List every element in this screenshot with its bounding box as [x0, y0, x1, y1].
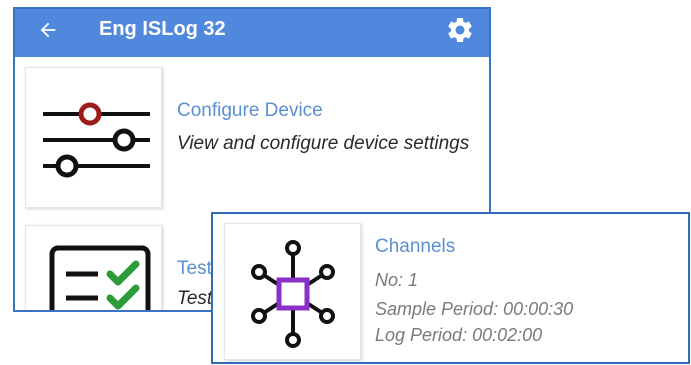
channels-number: No: 1	[375, 270, 419, 290]
arrow-left-icon	[40, 22, 56, 38]
back-button[interactable]	[33, 15, 63, 45]
channels-card[interactable]: Channels No: 1 Sample Period: 00:00:30 L…	[211, 212, 690, 364]
gear-icon	[448, 17, 472, 42]
channels-icon-tile	[224, 223, 361, 360]
configure-device-title[interactable]: Configure Device	[177, 100, 323, 122]
network-hub-icon	[251, 240, 335, 348]
app-bar: Eng ISLog 32	[15, 9, 489, 57]
app-title: Eng ISLog 32	[99, 18, 226, 40]
channels-sample-period: Sample Period: 00:00:30	[375, 299, 574, 319]
test-subtitle: Test	[177, 288, 213, 309]
configure-device-subtitle: View and configure device settings	[177, 133, 470, 154]
configure-device-tile[interactable]	[25, 67, 162, 208]
channels-title[interactable]: Channels	[375, 236, 455, 258]
test-tile[interactable]	[25, 225, 162, 310]
channels-log-period: Log Period: 00:02:00	[375, 325, 543, 345]
test-title[interactable]: Test	[177, 258, 212, 280]
sliders-icon	[43, 102, 150, 178]
checklist-icon	[49, 245, 151, 310]
settings-button[interactable]	[443, 13, 477, 47]
